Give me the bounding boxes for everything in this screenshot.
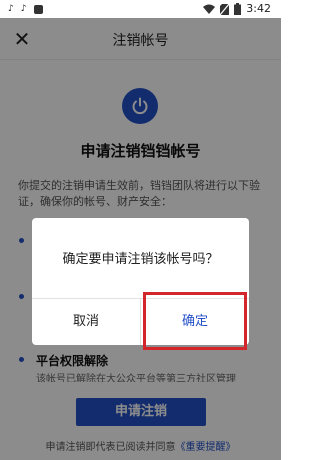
no-sim-icon xyxy=(220,3,230,15)
status-time: 3:42 xyxy=(246,2,271,15)
battery-icon xyxy=(234,3,242,15)
wifi-icon xyxy=(203,4,216,14)
cancel-button[interactable]: 取消 xyxy=(32,299,140,345)
tiktok-icon: ♪ xyxy=(20,4,27,14)
confirm-highlight-box xyxy=(143,292,247,350)
status-right-icons: 3:42 xyxy=(203,3,271,15)
status-bar: ♪ ♪ 3:42 xyxy=(0,0,281,18)
status-left-icons: ♪ ♪ xyxy=(8,3,43,15)
tiktok-icon: ♪ xyxy=(8,4,14,14)
dialog-message: 确定要申请注销该帐号吗？ xyxy=(62,252,219,267)
notification-icon xyxy=(33,4,43,14)
